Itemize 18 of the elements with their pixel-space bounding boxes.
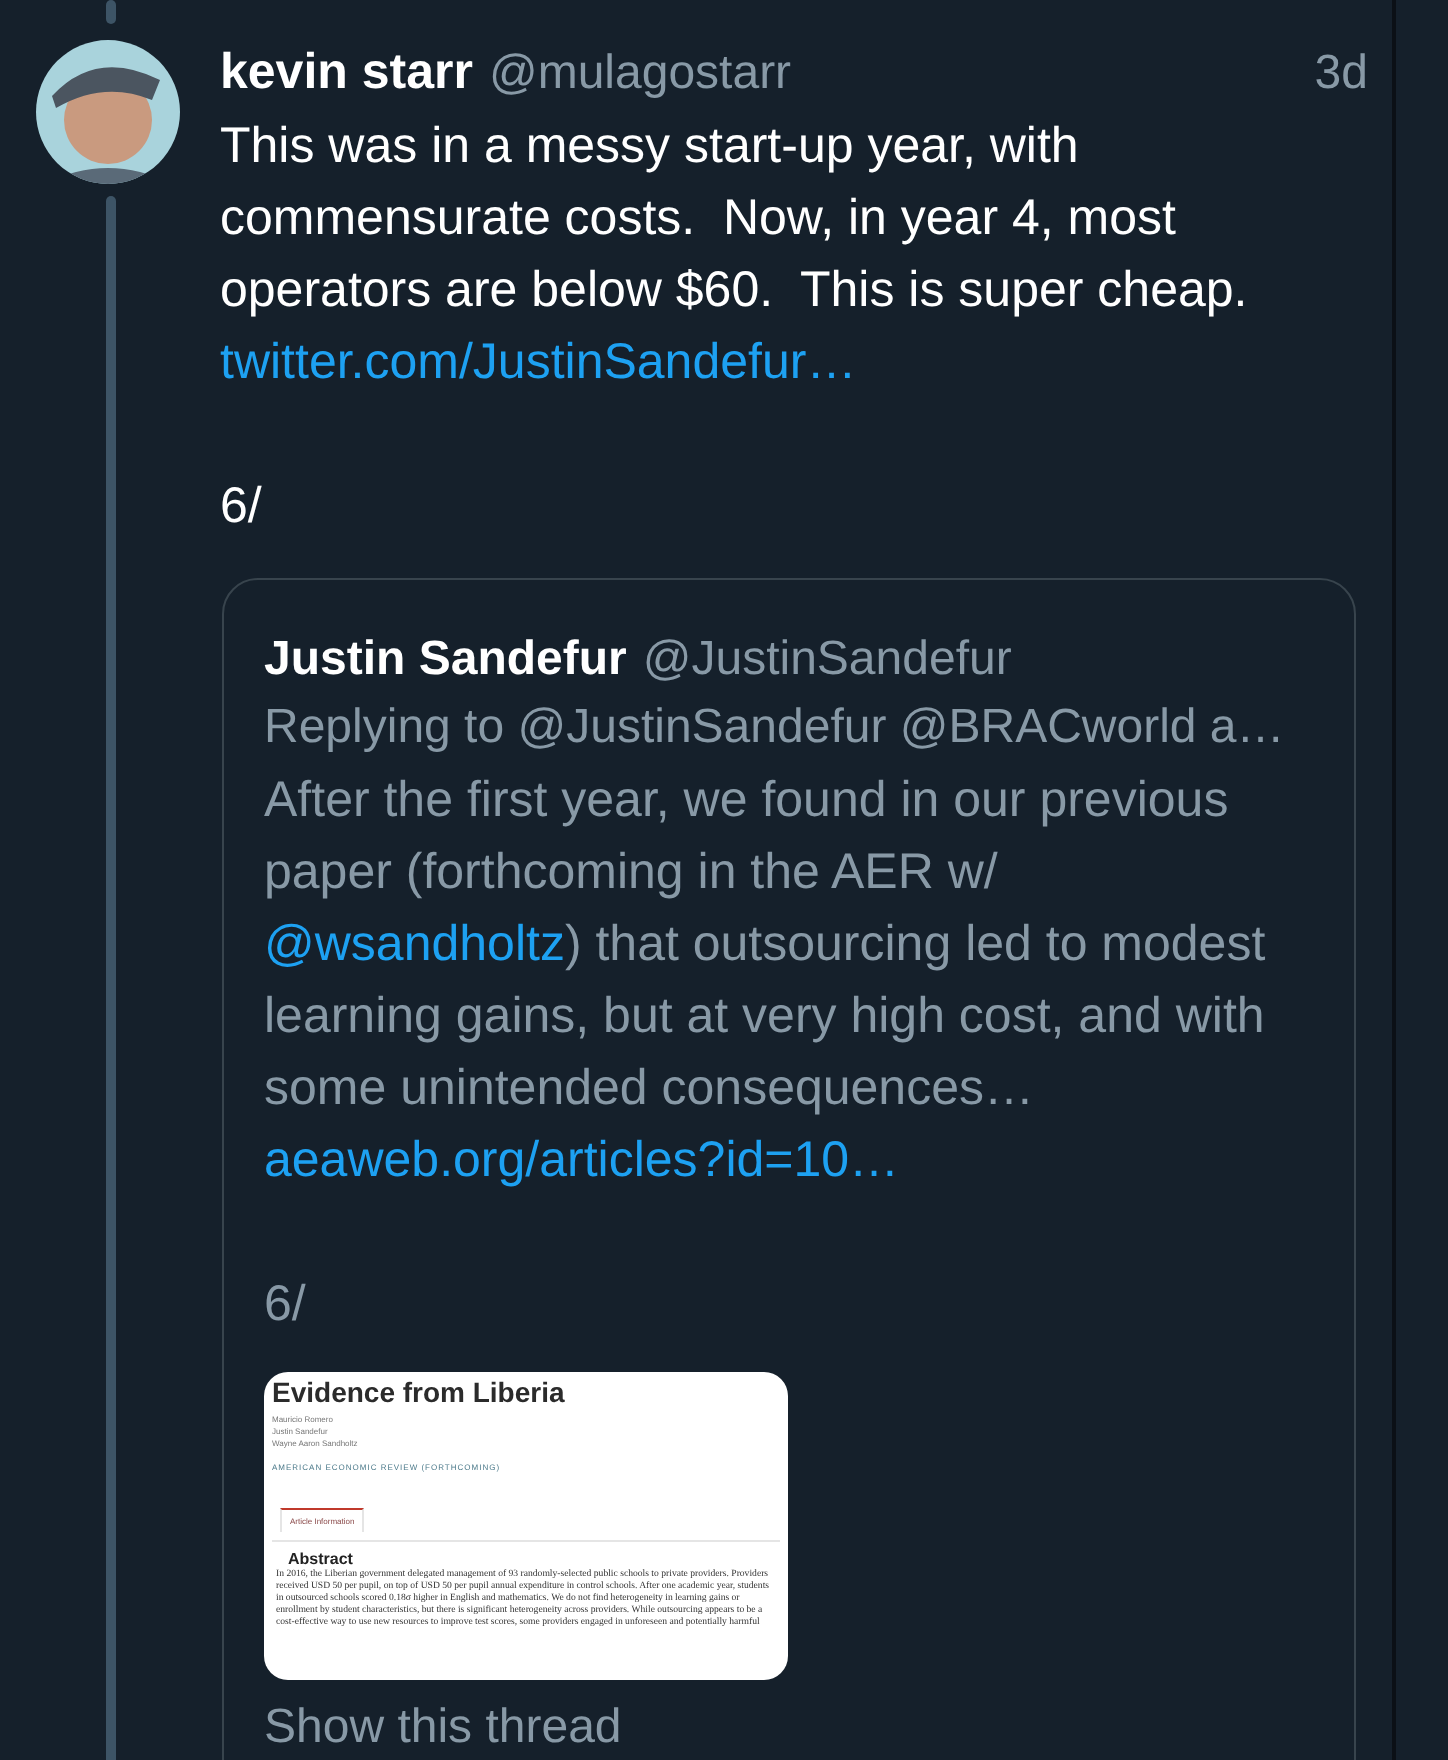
author-handle[interactable]: @mulagostarr	[488, 42, 792, 106]
author-name[interactable]: kevin starr	[220, 40, 473, 104]
mention-link[interactable]: @wsandholtz	[264, 916, 565, 972]
tweet-time[interactable]: 3d	[1314, 42, 1368, 106]
tweet-link[interactable]: twitter.com/JustinSandefur…	[220, 326, 857, 398]
author-handle: @JustinSandefur	[642, 630, 1012, 690]
thread-marker: 6/	[220, 476, 262, 538]
document-preview[interactable]	[264, 1372, 788, 1680]
thread-marker: 6/	[264, 1274, 306, 1336]
quoted-tweet-text: After the first year, we found in our previous paper (forthcoming in the AER w/ @wsandholtz) that outsourcing led to modest learning gains, but at very high cost, and with some unintended consequences…	[264, 770, 1268, 1120]
replying-to-text: Replying to @JustinSandefur @BRACworld a…	[264, 698, 1285, 758]
tweet-text: This was in a messy start-up year, with commensurate costs. Now, in year 4, most operators are below $60. This is super cheap.	[220, 116, 1250, 322]
quoted-tweet-link[interactable]: aeaweb.org/articles?id=10…	[264, 1124, 900, 1196]
document-title: Evidence from Liberia	[272, 1376, 565, 1408]
abstract-heading: Abstract	[288, 1550, 353, 1569]
quoted-tweet-card[interactable]	[222, 578, 1356, 1760]
author-name: Justin Sandefur	[264, 630, 627, 690]
show-thread-link[interactable]: Show this thread	[264, 1692, 622, 1760]
